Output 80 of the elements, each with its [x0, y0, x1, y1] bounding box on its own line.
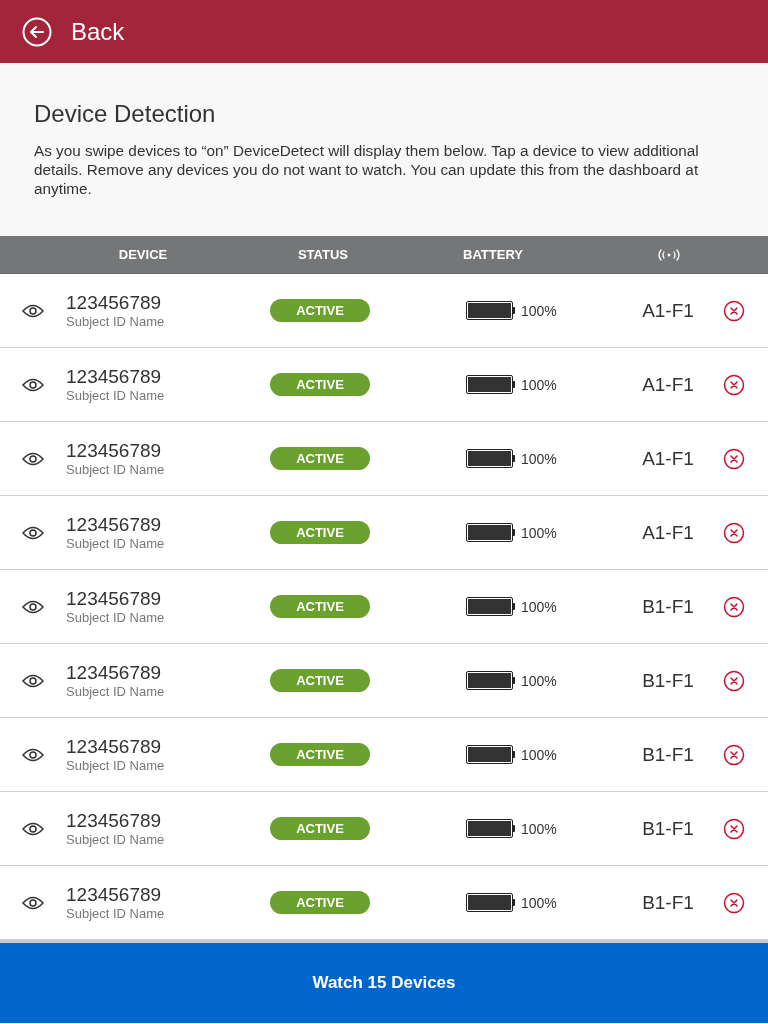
status-badge: ACTIVE [270, 373, 370, 396]
location-code: B1-F1 [642, 817, 694, 840]
remove-icon[interactable] [723, 595, 745, 618]
battery-icon [466, 893, 515, 912]
subject-name: Subject ID Name [66, 757, 166, 774]
view-icon[interactable] [22, 303, 44, 318]
remove-icon[interactable] [723, 743, 745, 766]
subject-name: Subject ID Name [66, 461, 166, 478]
remove-icon[interactable] [723, 669, 745, 692]
column-header: DEVICE [118, 247, 168, 262]
location-code: B1-F1 [642, 891, 694, 914]
subject-name: Subject ID Name [66, 905, 166, 922]
device-id: 123456789 [66, 587, 163, 610]
battery-reading: 100% [521, 746, 557, 763]
battery-reading: 100% [521, 672, 557, 689]
status-badge: ACTIVE [270, 891, 370, 914]
battery-icon [466, 375, 515, 394]
device-id: 123456789 [66, 513, 163, 536]
battery-icon [466, 523, 515, 542]
view-icon[interactable] [22, 525, 44, 540]
remove-icon[interactable] [723, 447, 745, 470]
signal-icon [657, 247, 681, 262]
column-header: BATTERY [463, 247, 523, 262]
location-code: B1-F1 [642, 595, 694, 618]
device-id: 123456789 [66, 439, 163, 462]
status-badge: ACTIVE [270, 817, 370, 840]
remove-icon[interactable] [723, 521, 745, 544]
device-id: 123456789 [66, 365, 163, 388]
view-icon[interactable] [22, 747, 44, 762]
page-title: Device Detection [34, 100, 217, 128]
location-code: A1-F1 [642, 299, 694, 322]
status-badge: ACTIVE [270, 299, 370, 322]
battery-reading: 100% [521, 450, 557, 467]
status-badge: ACTIVE [270, 521, 370, 544]
column-header: STATUS [297, 247, 349, 262]
view-icon[interactable] [22, 599, 44, 614]
subject-name: Subject ID Name [66, 535, 166, 552]
subject-name: Subject ID Name [66, 313, 166, 330]
status-badge: ACTIVE [270, 447, 370, 470]
status-badge: ACTIVE [270, 595, 370, 618]
battery-reading: 100% [521, 598, 557, 615]
location-code: B1-F1 [642, 743, 694, 766]
battery-reading: 100% [521, 302, 557, 319]
battery-icon [466, 597, 515, 616]
location-code: A1-F1 [642, 447, 694, 470]
battery-reading: 100% [521, 376, 557, 393]
view-icon[interactable] [22, 673, 44, 688]
subject-name: Subject ID Name [66, 387, 166, 404]
battery-reading: 100% [521, 894, 557, 911]
status-badge: ACTIVE [270, 743, 370, 766]
instructions-text: As you swipe devices to “on” DeviceDetect will display them below. Tap a device to view additional details. Remove any devices you do not want to watch. You can update this from the dashboard at anytime. [34, 141, 700, 198]
view-icon[interactable] [22, 895, 44, 910]
battery-reading: 100% [521, 820, 557, 837]
remove-icon[interactable] [723, 373, 745, 396]
subject-name: Subject ID Name [66, 609, 166, 626]
location-code: A1-F1 [642, 373, 694, 396]
battery-icon [466, 671, 515, 690]
view-icon[interactable] [22, 451, 44, 466]
location-code: B1-F1 [642, 669, 694, 692]
remove-icon[interactable] [723, 299, 745, 322]
battery-icon [466, 449, 515, 468]
subject-name: Subject ID Name [66, 831, 166, 848]
device-id: 123456789 [66, 735, 163, 758]
back-button[interactable]: Back [22, 16, 125, 47]
subject-name: Subject ID Name [66, 683, 166, 700]
device-id: 123456789 [66, 809, 163, 832]
device-id: 123456789 [66, 661, 163, 684]
device-id: 123456789 [66, 883, 163, 906]
status-badge: ACTIVE [270, 669, 370, 692]
battery-reading: 100% [521, 524, 557, 541]
watch-devices-button[interactable]: Watch 15 Devices [0, 943, 768, 1023]
battery-icon [466, 301, 515, 320]
device-id: 123456789 [66, 291, 163, 314]
view-icon[interactable] [22, 821, 44, 836]
remove-icon[interactable] [723, 817, 745, 840]
remove-icon[interactable] [723, 891, 745, 914]
view-icon[interactable] [22, 377, 44, 392]
battery-icon [466, 819, 515, 838]
location-code: A1-F1 [642, 521, 694, 544]
battery-icon [466, 745, 515, 764]
